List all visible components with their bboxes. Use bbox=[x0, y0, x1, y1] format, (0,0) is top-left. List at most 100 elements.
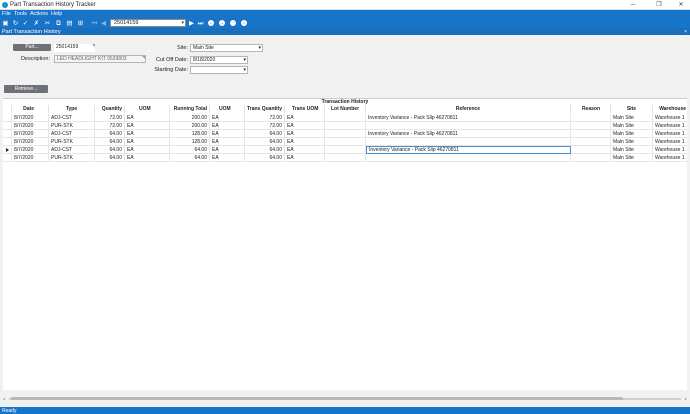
cell-site: Main Site bbox=[611, 138, 653, 146]
current-row-icon bbox=[6, 147, 9, 152]
forward-icon[interactable]: → bbox=[219, 20, 225, 26]
column-header-warehouse[interactable]: Warehouse bbox=[653, 105, 687, 113]
cell-lot-number bbox=[325, 154, 366, 162]
check-icon[interactable]: ✓ bbox=[22, 20, 29, 27]
close-button[interactable]: ✕ bbox=[674, 0, 688, 10]
scroll-left-icon[interactable]: ◂ bbox=[3, 396, 5, 401]
column-header-running-total[interactable]: Running Total bbox=[170, 105, 210, 113]
back-icon[interactable]: ← bbox=[208, 20, 214, 26]
part-button[interactable]: Part... bbox=[13, 44, 51, 51]
cell-date: 8/7/2020 bbox=[12, 130, 49, 138]
cell-running-total: 64.00 bbox=[170, 146, 210, 154]
row-selector[interactable] bbox=[3, 130, 12, 138]
cell-trans-quantity: 72.00 bbox=[245, 114, 285, 122]
previous-record-icon[interactable]: ◀ bbox=[100, 20, 107, 27]
column-header-reference[interactable]: Reference bbox=[366, 105, 571, 113]
chevron-down-icon[interactable]: ▾ bbox=[181, 20, 184, 26]
paste-icon[interactable]: ▤ bbox=[66, 20, 73, 27]
table-row[interactable]: 8/7/2020 PUR-STK 64.00 EA 64.00 EA 64.00… bbox=[3, 154, 687, 162]
reference-edit-field[interactable]: Inventory Variance - Pack Slip 46270811 bbox=[366, 146, 571, 154]
cell-date: 8/7/2020 bbox=[12, 122, 49, 130]
cutoff-date-field[interactable]: 8/18/2020 ▾ bbox=[190, 56, 248, 64]
description-value: LED HEADLIGHT KIT 0539803 bbox=[57, 56, 127, 62]
cell-date: 8/7/2020 bbox=[12, 146, 49, 154]
tab-close-icon[interactable]: × bbox=[684, 29, 687, 35]
maximize-button[interactable]: ❐ bbox=[652, 0, 666, 10]
cut-icon[interactable]: ✂ bbox=[44, 20, 51, 27]
menu-tools[interactable]: Tools bbox=[14, 11, 27, 17]
cell-uom-2: EA bbox=[210, 146, 245, 154]
cell-lot-number bbox=[325, 146, 366, 154]
column-header-date[interactable]: Date bbox=[12, 105, 49, 113]
cell-warehouse: Warehouse 1 bbox=[655, 123, 685, 129]
cell-trans-quantity: 64.00 bbox=[245, 130, 285, 138]
site-select[interactable]: Main Site ▾ bbox=[190, 44, 263, 52]
table-row[interactable]: 8/7/2020 PUR-STK 72.00 EA 200.00 EA 72.0… bbox=[3, 122, 687, 130]
cell-type: ADJ-CST bbox=[49, 130, 95, 138]
horizontal-scrollbar[interactable]: ◂ ▸ bbox=[3, 396, 687, 401]
attach-icon[interactable]: ⊞ bbox=[77, 20, 84, 27]
table-row[interactable]: 8/7/2020 ADJ-CST 72.00 EA 200.00 EA 72.0… bbox=[3, 114, 687, 122]
part-selector[interactable]: 25014159 ▾ bbox=[110, 19, 186, 27]
cell-warehouse: Warehouse 1 bbox=[655, 131, 685, 137]
retrieve-button[interactable]: Retrieve... bbox=[4, 85, 48, 93]
last-record-icon[interactable]: ⏭ bbox=[197, 20, 204, 27]
column-header-trans-quantity[interactable]: Trans Quantity bbox=[245, 105, 285, 113]
next-record-icon[interactable]: ▶ bbox=[188, 20, 195, 27]
menu-actions[interactable]: Actions bbox=[30, 11, 48, 17]
row-selector[interactable] bbox=[3, 154, 12, 162]
column-header-quantity[interactable]: Quantity bbox=[95, 105, 125, 113]
refresh-icon[interactable]: ↻ bbox=[12, 20, 19, 27]
cell-running-total: 128.00 bbox=[170, 138, 210, 146]
row-selector[interactable] bbox=[3, 114, 12, 122]
cell-running-total: 128.00 bbox=[170, 130, 210, 138]
cell-uom: EA bbox=[125, 154, 170, 162]
minimize-button[interactable]: ─ bbox=[626, 0, 640, 10]
row-selector[interactable] bbox=[3, 138, 12, 146]
table-row[interactable]: 8/7/2020 PUR-STK 64.00 EA 128.00 EA 64.0… bbox=[3, 138, 687, 146]
part-field-value: 25014159 bbox=[56, 44, 79, 50]
status-text: Ready bbox=[2, 407, 17, 414]
cell-uom: EA bbox=[125, 138, 170, 146]
cell-warehouse: Warehouse 1 bbox=[655, 139, 685, 145]
menu-file[interactable]: File bbox=[2, 11, 11, 17]
cutoff-date-label: Cut Off Date: bbox=[156, 57, 188, 63]
cell-type: PUR-STK bbox=[49, 154, 95, 162]
first-record-icon[interactable]: ⏮ bbox=[91, 20, 98, 27]
starting-date-label: Starting Date: bbox=[154, 67, 188, 73]
starting-date-field[interactable]: ▾ bbox=[190, 66, 248, 74]
save-icon[interactable]: ▣ bbox=[2, 20, 9, 27]
cutoff-date-value: 8/18/2020 bbox=[193, 57, 216, 63]
column-header-trans-uom[interactable]: Trans UOM bbox=[285, 105, 325, 113]
table-row[interactable]: 8/7/2020 ADJ-CST 64.00 EA 128.00 EA 64.0… bbox=[3, 130, 687, 138]
chevron-down-icon[interactable]: ▾ bbox=[243, 57, 246, 63]
column-header-uom[interactable]: UOM bbox=[125, 105, 170, 113]
cell-trans-uom: EA bbox=[285, 130, 325, 138]
home-icon[interactable]: ⌂ bbox=[241, 20, 247, 26]
cell-reference: Inventory Variance - Pack Slip 46270811 bbox=[366, 130, 571, 138]
menu-help[interactable]: Help bbox=[51, 11, 62, 17]
column-header-lot-number[interactable]: Lot Number bbox=[325, 105, 366, 113]
row-selector[interactable] bbox=[3, 146, 12, 154]
cell-date: 8/7/2020 bbox=[12, 114, 49, 122]
options-icon[interactable]: ⋯ bbox=[230, 20, 236, 26]
scroll-right-icon[interactable]: ▸ bbox=[685, 396, 687, 401]
chevron-down-icon[interactable]: ▾ bbox=[258, 45, 261, 51]
column-header-uom-2[interactable]: UOM bbox=[210, 105, 245, 113]
column-header-type[interactable]: Type bbox=[49, 105, 95, 113]
cell-running-total: 200.00 bbox=[170, 114, 210, 122]
copy-icon[interactable]: ⧉ bbox=[55, 20, 62, 27]
cell-quantity: 64.00 bbox=[95, 154, 125, 162]
table-row[interactable]: 8/7/2020 ADJ-CST 64.00 EA 64.00 EA 64.00… bbox=[3, 146, 687, 154]
scroll-thumb[interactable] bbox=[11, 397, 623, 400]
chevron-down-icon[interactable]: ▾ bbox=[243, 67, 246, 73]
row-selector[interactable] bbox=[3, 122, 12, 130]
part-field[interactable]: 25014159 bbox=[54, 44, 95, 52]
document-tab[interactable]: Part Transaction History × bbox=[0, 28, 690, 35]
cell-reason bbox=[571, 122, 611, 130]
cell-site: Main Site bbox=[611, 122, 653, 130]
cell-site: Main Site bbox=[611, 146, 653, 154]
delete-icon[interactable]: ✗ bbox=[33, 20, 40, 27]
column-header-reason[interactable]: Reason bbox=[571, 105, 611, 113]
column-header-site[interactable]: Site bbox=[611, 105, 653, 113]
